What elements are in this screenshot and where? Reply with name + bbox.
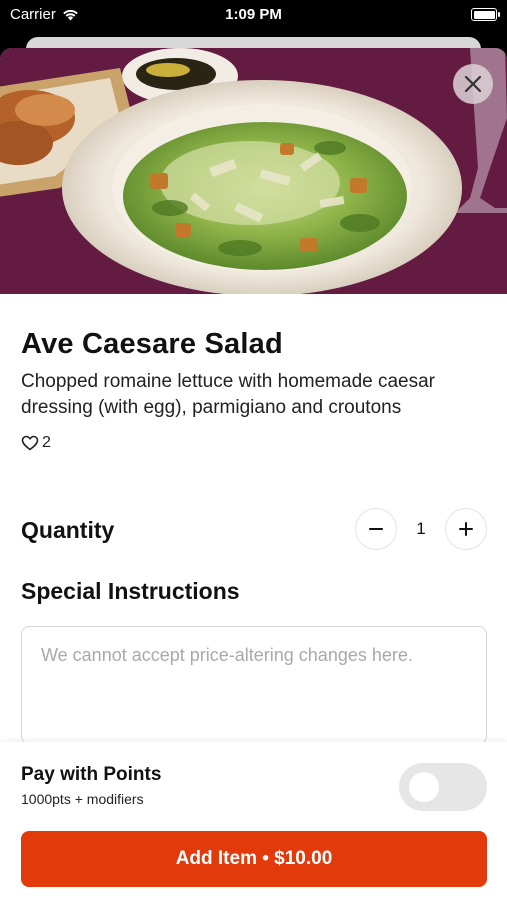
pay-with-points-subtitle: 1000pts + modifiers (21, 791, 144, 807)
order-footer: Pay with Points 1000pts + modifiers Add … (0, 742, 507, 900)
quantity-label: Quantity (21, 517, 115, 543)
toggle-knob (409, 772, 439, 802)
increment-button[interactable] (445, 508, 487, 550)
like-counter[interactable]: 2 (21, 434, 51, 452)
pay-with-points-label: Pay with Points (21, 764, 162, 785)
decrement-button[interactable] (355, 508, 397, 550)
like-count: 2 (42, 434, 51, 451)
close-button[interactable] (453, 64, 493, 104)
heart-icon (21, 435, 39, 451)
item-photo (0, 48, 507, 294)
item-description: Chopped romaine lettuce with homemade ca… (21, 371, 436, 418)
pay-with-points-toggle[interactable] (399, 763, 487, 811)
battery-icon (471, 8, 500, 21)
quantity-value: 1 (416, 519, 426, 538)
status-bar: Carrier 1:09 PM (0, 0, 507, 30)
add-item-button[interactable]: Add Item • $10.00 (21, 831, 487, 887)
item-detail-sheet: Ave Caesare Salad Chopped romaine lettuc… (0, 48, 507, 900)
quantity-stepper: 1 (355, 508, 487, 550)
special-instructions-input[interactable] (21, 626, 487, 744)
status-time: 1:09 PM (225, 6, 282, 23)
special-instructions-label: Special Instructions (21, 578, 240, 604)
item-title: Ave Caesare Salad (21, 328, 283, 360)
minus-icon (369, 528, 383, 530)
plus-icon (459, 522, 473, 536)
close-icon (464, 75, 482, 93)
